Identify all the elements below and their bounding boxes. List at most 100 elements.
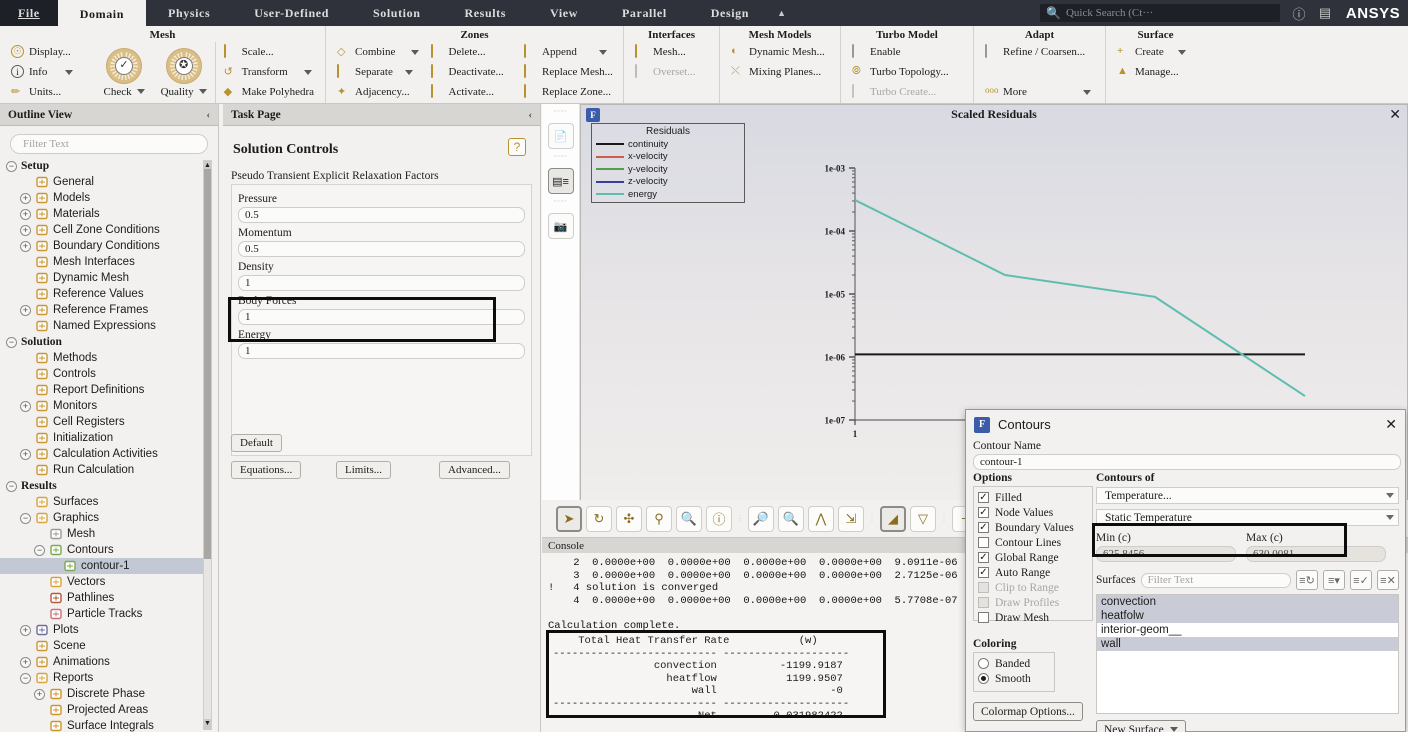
surface-list-item[interactable]: heatfolw [1097, 609, 1398, 623]
body-forces-input[interactable]: 1 [238, 309, 525, 325]
ribbon-item-replace-zone[interactable]: Replace Zone... [522, 82, 614, 102]
coloring-banded-radio[interactable]: Banded [978, 656, 1050, 671]
advanced-button[interactable]: Advanced... [439, 461, 510, 479]
zoom-in-icon[interactable]: 🔎 [748, 505, 774, 532]
pressure-input[interactable]: 0.5 [238, 207, 525, 223]
expand-icon[interactable]: + [20, 448, 31, 460]
tree-item-general[interactable]: General [0, 174, 205, 190]
collapse-icon[interactable]: − [6, 160, 17, 172]
ribbon-item-zone-delete[interactable]: Delete... [429, 42, 517, 62]
tree-item-report-definitions[interactable]: Report Definitions [0, 382, 205, 398]
menu-tab-parallel[interactable]: Parallel [600, 0, 689, 26]
chevron-down-icon[interactable] [411, 49, 420, 55]
ribbon-item-interface-mesh[interactable]: Mesh... [633, 42, 697, 62]
tree-item-reference-values[interactable]: Reference Values [0, 286, 205, 302]
ribbon-item-info[interactable]: i Info [9, 62, 92, 82]
max-value-input[interactable]: 630.0081 [1246, 546, 1386, 562]
tree-item-contours[interactable]: − Contours [0, 542, 205, 558]
tree-item-animations[interactable]: + Animations [0, 654, 205, 670]
min-value-input[interactable]: 625.8456 [1096, 546, 1236, 562]
collapse-icon[interactable]: − [20, 672, 31, 684]
selection-type-icon[interactable]: ≡▾ [1323, 570, 1345, 590]
reset-selection-icon[interactable]: ≡↻ [1296, 570, 1318, 590]
tree-item-setup[interactable]: − Setup [0, 158, 205, 174]
chevron-down-icon[interactable] [598, 49, 607, 55]
close-icon[interactable]: ✕ [1389, 107, 1401, 121]
ribbon-item-check[interactable]: ✓ Check [95, 42, 152, 103]
scroll-down-arrow-icon[interactable]: ▼ [204, 719, 211, 729]
tree-item-mesh-interfaces[interactable]: Mesh Interfaces [0, 254, 205, 270]
deselect-all-icon[interactable]: ≡✕ [1377, 570, 1399, 590]
panel-layout-icon[interactable]: ▤ [1312, 0, 1338, 26]
select-pointer-icon[interactable]: ➤ [556, 505, 582, 532]
fit-axes-icon[interactable]: ⋀ [808, 505, 834, 532]
collapse-icon[interactable]: − [6, 336, 17, 348]
tree-item-models[interactable]: + Models [0, 190, 205, 206]
tree-item-calculation-activities[interactable]: + Calculation Activities [0, 446, 205, 462]
expand-icon[interactable]: + [20, 656, 31, 668]
tree-item-surface-integrals[interactable]: Surface Integrals [0, 718, 205, 732]
surface-list-item[interactable]: convection [1097, 595, 1398, 609]
tree-item-cell-zone-conditions[interactable]: + Cell Zone Conditions [0, 222, 205, 238]
outline-filter-input[interactable]: Filter Text [10, 134, 208, 154]
menu-tab-view[interactable]: View [528, 0, 600, 26]
copy-page-icon[interactable]: 📄 [547, 123, 574, 149]
ribbon-item-replace-mesh[interactable]: Replace Mesh... [522, 62, 614, 82]
collapse-left-icon[interactable]: ‹ [528, 109, 532, 121]
color-ramp-icon[interactable]: ◢ [880, 505, 906, 532]
expand-icon[interactable]: + [20, 624, 31, 636]
menu-tab-file[interactable]: File [0, 0, 58, 26]
tree-item-run-calculation[interactable]: Run Calculation [0, 462, 205, 478]
option-checkbox-contour-lines[interactable]: Contour Lines [978, 535, 1088, 550]
default-button[interactable]: Default [231, 434, 282, 452]
colormap-options-button[interactable]: Colormap Options... [973, 702, 1083, 721]
collapse-left-icon[interactable]: ‹ [206, 109, 210, 121]
tree-item-cell-registers[interactable]: Cell Registers [0, 414, 205, 430]
magnifier-icon[interactable]: 🔍 [676, 505, 702, 532]
tree-item-reference-frames[interactable]: + Reference Frames [0, 302, 205, 318]
scroll-thumb[interactable] [204, 169, 211, 559]
tree-item-controls[interactable]: Controls [0, 366, 205, 382]
ribbon-item-scale[interactable]: Scale... [222, 42, 316, 62]
tree-item-reports[interactable]: − Reports [0, 670, 205, 686]
tree-item-surfaces[interactable]: Surfaces [0, 494, 205, 510]
tree-item-graphics[interactable]: − Graphics [0, 510, 205, 526]
expand-icon[interactable]: + [20, 192, 31, 204]
coloring-smooth-radio[interactable]: Smooth [978, 671, 1050, 686]
limits-button[interactable]: Limits... [336, 461, 391, 479]
save-picture-icon[interactable]: 📷 [547, 213, 574, 239]
probe-info-icon[interactable]: ⓘ [706, 505, 732, 532]
collapse-icon[interactable]: − [20, 512, 31, 524]
tree-item-initialization[interactable]: Initialization [0, 430, 205, 446]
select-all-icon[interactable]: ≡✓ [1350, 570, 1372, 590]
tree-item-discrete-phase[interactable]: + Discrete Phase [0, 686, 205, 702]
tree-item-solution[interactable]: − Solution [0, 334, 205, 350]
menu-tab-domain[interactable]: Domain [57, 0, 147, 26]
density-input[interactable]: 1 [238, 275, 525, 291]
expand-icon[interactable]: + [20, 224, 31, 236]
chevron-down-icon[interactable] [404, 69, 413, 75]
option-checkbox-draw-mesh[interactable]: Draw Mesh [978, 610, 1088, 625]
option-checkbox-auto-range[interactable]: ✓ Auto Range [978, 565, 1088, 580]
surfaces-filter-input[interactable]: Filter Text [1140, 572, 1291, 588]
outline-scrollbar[interactable]: ▲ ▼ [203, 160, 212, 730]
surfaces-list[interactable]: convection heatfolw interior-geom__ wall [1096, 594, 1399, 714]
drag-handle-dots[interactable]: ▫▫▫▫ [542, 153, 579, 160]
zoom-out-icon[interactable]: 🔍 [778, 505, 804, 532]
expand-icon[interactable]: + [20, 240, 31, 252]
tree-item-dynamic-mesh[interactable]: Dynamic Mesh [0, 270, 205, 286]
ribbon-item-surface-create[interactable]: + Create [1115, 42, 1188, 62]
menu-tab-results[interactable]: Results [442, 0, 528, 26]
ribbon-item-mixing-planes[interactable]: ⤬ Mixing Planes... [729, 62, 827, 82]
properties-panel-icon[interactable]: ▤≡ [547, 168, 574, 194]
tree-item-plots[interactable]: + Plots [0, 622, 205, 638]
drag-handle-dots[interactable]: ▫▫▫▫ [542, 108, 579, 115]
expand-icon[interactable]: + [20, 400, 31, 412]
close-icon[interactable]: ✕ [1385, 416, 1397, 433]
help-icon[interactable]: ⓘ [1286, 0, 1312, 26]
tree-item-mesh[interactable]: Mesh [0, 526, 205, 542]
save-image-icon[interactable]: ⇲ [838, 505, 864, 532]
contours-of-dropdown[interactable]: Temperature... [1096, 487, 1399, 504]
ribbon-item-separate[interactable]: Separate [335, 62, 423, 82]
energy-input[interactable]: 1 [238, 343, 525, 359]
